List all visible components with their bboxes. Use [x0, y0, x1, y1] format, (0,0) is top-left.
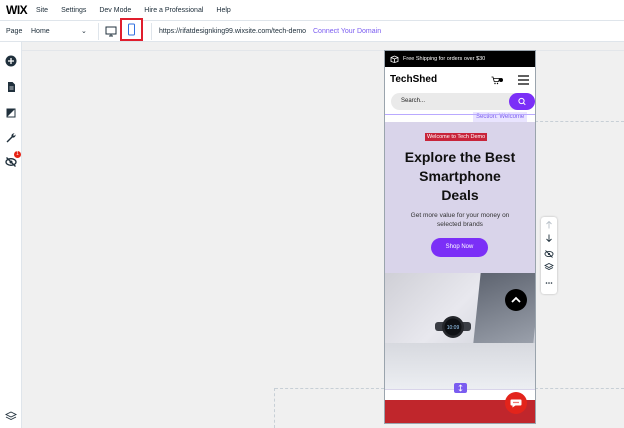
chat-button[interactable]: [505, 392, 527, 414]
cart-icon[interactable]: [491, 76, 503, 85]
canvas-guide: [274, 388, 275, 428]
left-sidebar: 1: [0, 42, 22, 428]
layers-icon[interactable]: [544, 262, 554, 272]
connect-domain-link[interactable]: Connect Your Domain: [313, 28, 381, 35]
add-icon[interactable]: [5, 55, 17, 67]
smartwatch-image: 10:09: [435, 316, 471, 338]
tools-icon[interactable]: [5, 132, 17, 144]
menu-settings[interactable]: Settings: [61, 7, 86, 14]
hero-subtext[interactable]: Get more value for your money on selecte…: [399, 211, 521, 229]
hide-icon[interactable]: [544, 249, 554, 259]
page-selector[interactable]: Home ⌄: [31, 28, 89, 35]
wix-logo[interactable]: WIX: [6, 3, 36, 17]
site-header[interactable]: TechShed: [385, 67, 535, 93]
desktop-icon: [105, 26, 117, 37]
mobile-preview[interactable]: Free Shipping for orders over $30 TechSh…: [384, 50, 536, 424]
site-search-bar[interactable]: Search...: [391, 93, 535, 110]
editor-toolbar: Page Home ⌄ https://rifatdesignking99.wi…: [0, 21, 624, 42]
welcome-text[interactable]: Welcome to Tech Demo: [425, 133, 488, 141]
page-selector-value: Home: [31, 28, 50, 35]
scroll-to-top-button[interactable]: [505, 289, 527, 311]
desktop-view-button[interactable]: [104, 25, 118, 38]
site-brand[interactable]: TechShed: [390, 74, 437, 85]
site-search-button[interactable]: [509, 93, 535, 110]
hero-headline-line: Deals: [441, 187, 479, 203]
mobile-icon: [128, 23, 135, 36]
search-icon: [518, 97, 526, 106]
chevron-up-icon: [511, 296, 521, 303]
hero-subtext-line: selected brands: [437, 221, 483, 228]
toolbar-divider: [151, 23, 152, 40]
svg-text:10:09: 10:09: [447, 325, 460, 331]
section-guide: [535, 121, 624, 122]
notification-badge: 1: [14, 151, 21, 158]
top-menu-bar: WIX Site Settings Dev Mode Hire a Profes…: [0, 0, 624, 21]
menu-icon[interactable]: [518, 75, 529, 85]
hero-image[interactable]: 10:09: [385, 273, 535, 389]
site-url: https://rifatdesignking99.wixsite.com/te…: [159, 28, 307, 35]
mobile-view-button[interactable]: [120, 18, 143, 41]
layers-icon[interactable]: [5, 410, 17, 422]
page-label: Page: [6, 28, 23, 35]
section-actions-toolbar: [541, 217, 557, 294]
menu-dev-mode[interactable]: Dev Mode: [99, 7, 131, 14]
hero-headline-line: Explore the Best: [404, 149, 516, 165]
promo-bar[interactable]: Free Shipping for orders over $30: [385, 51, 535, 67]
hero-headline-line: Smartphone: [419, 168, 501, 184]
more-icon[interactable]: [544, 278, 554, 288]
strip-resize-handle[interactable]: [454, 383, 467, 393]
site-search-placeholder: Search...: [401, 98, 426, 104]
hero-subtext-line: Get more value for your money on: [410, 212, 510, 219]
chat-icon: [510, 399, 522, 408]
move-up-icon[interactable]: [544, 220, 554, 230]
design-icon[interactable]: [5, 107, 17, 119]
resize-icon: [458, 384, 463, 392]
pages-icon[interactable]: [5, 81, 17, 93]
section-guide: [535, 388, 624, 389]
hidden-elements-icon[interactable]: [5, 156, 17, 168]
section-guide: [275, 388, 384, 389]
toolbar-divider: [98, 23, 99, 40]
shipping-box-icon: [390, 55, 399, 63]
hero-headline[interactable]: Explore the Best Smartphone Deals: [385, 148, 535, 205]
menu-site[interactable]: Site: [36, 7, 48, 14]
menu-hire-professional[interactable]: Hire a Professional: [144, 7, 203, 14]
welcome-section[interactable]: Welcome to Tech Demo Explore the Best Sm…: [385, 122, 535, 390]
shop-now-button[interactable]: Shop Now: [431, 238, 488, 257]
section-selection-line: [385, 114, 535, 115]
move-down-icon[interactable]: [544, 233, 554, 243]
promo-text: Free Shipping for orders over $30: [403, 56, 486, 62]
menu-help[interactable]: Help: [216, 7, 230, 14]
chevron-down-icon: ⌄: [81, 28, 87, 35]
